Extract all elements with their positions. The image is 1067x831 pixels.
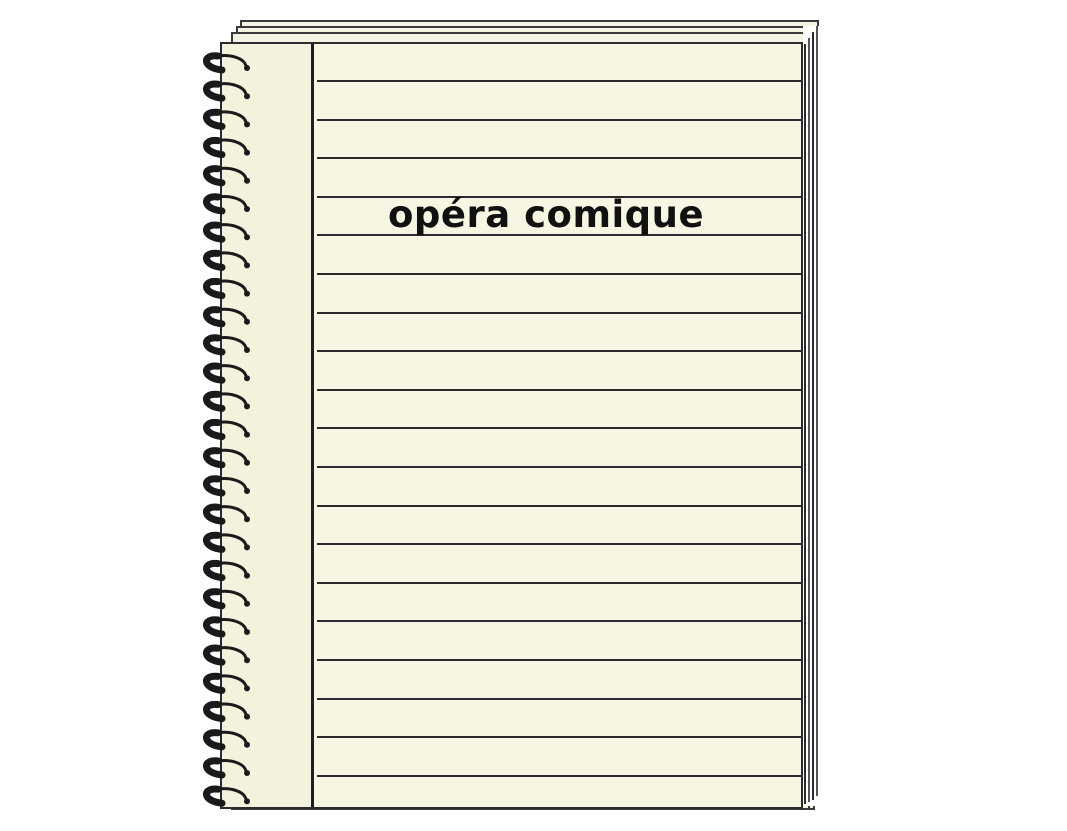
ruled-line	[317, 581, 801, 584]
spiral-ring	[203, 52, 250, 74]
spiral-ring	[203, 503, 250, 525]
ruled-line	[317, 543, 801, 546]
spiral-ring	[203, 588, 250, 610]
ruled-line	[317, 659, 801, 661]
ruled-line	[317, 620, 801, 623]
ruled-line	[317, 736, 801, 739]
ruled-line	[317, 427, 801, 430]
spiral-ring	[203, 334, 250, 356]
spiral-ring	[203, 531, 250, 553]
page-edges-right	[803, 26, 819, 806]
spiral-ring	[203, 419, 250, 441]
spiral-ring	[203, 447, 250, 469]
spiral-ring	[203, 80, 250, 102]
spiral-ring	[203, 757, 250, 779]
spiral-ring	[203, 475, 250, 497]
ruled-line	[317, 388, 801, 391]
spiral-binding-icon	[203, 52, 250, 807]
ruled-line	[317, 311, 801, 314]
ruled-line	[317, 80, 801, 82]
spiral-ring	[203, 193, 250, 215]
ruled-line	[317, 774, 801, 777]
spiral-ring	[203, 644, 250, 666]
spiral-ring	[203, 108, 250, 130]
spiral-ring	[203, 306, 250, 328]
ruled-line	[317, 504, 801, 507]
ruled-line	[317, 118, 801, 121]
ruled-line	[317, 697, 801, 700]
ruled-line	[317, 157, 801, 160]
ruled-line	[317, 466, 801, 468]
ruled-line	[317, 350, 801, 353]
notebook-title: opéra comique	[388, 193, 705, 236]
spiral-ring	[203, 137, 250, 159]
spiral-ring	[203, 221, 250, 243]
spiral-ring	[203, 785, 250, 807]
spiral-ring	[203, 701, 250, 723]
notebook-page	[220, 42, 803, 809]
spiral-ring	[203, 249, 250, 271]
ruled-line	[317, 273, 801, 275]
spiral-ring	[203, 165, 250, 187]
spiral-ring	[203, 616, 250, 638]
spiral-ring	[203, 672, 250, 694]
spiral-ring	[203, 390, 250, 412]
notebook-scene: opéra comique	[0, 0, 1067, 831]
ruled-lines	[317, 44, 801, 807]
spiral-ring	[203, 362, 250, 384]
spiral-ring	[203, 729, 250, 751]
spiral-ring	[203, 278, 250, 300]
spiral-ring	[203, 560, 250, 582]
